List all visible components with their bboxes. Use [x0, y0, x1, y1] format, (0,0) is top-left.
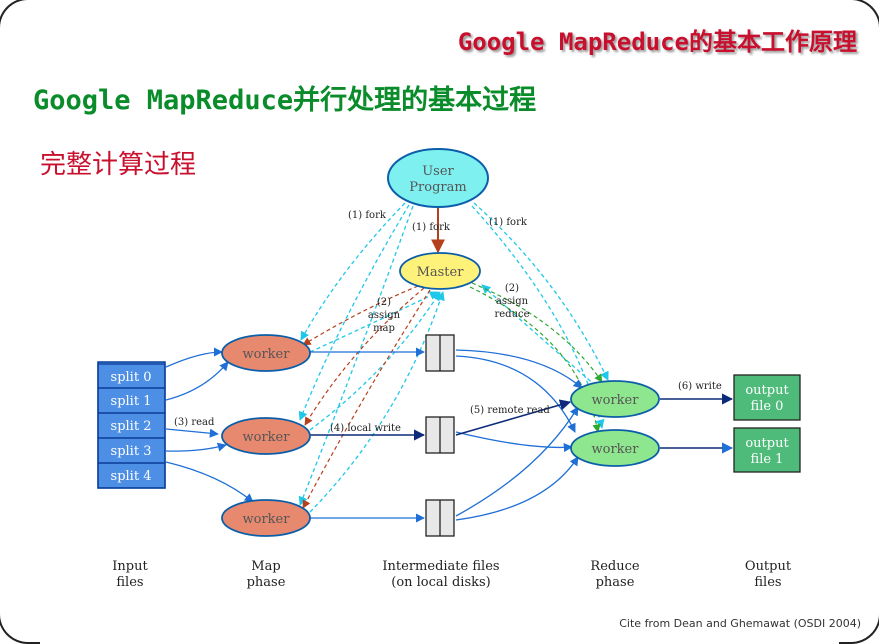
- local-write-label: (4) local write: [330, 423, 401, 434]
- remote-read-label: (5) remote read: [470, 405, 550, 416]
- read-arrow-split4: [165, 461, 254, 503]
- assign-reduce-label-line3: reduce: [494, 309, 529, 320]
- map-worker-1: worker: [221, 334, 311, 372]
- input-files-label-line1: Input: [112, 559, 148, 574]
- assign-map-arrows: [302, 285, 431, 509]
- intermediate3-to-reduce1: [455, 406, 579, 517]
- intermediate-file-3: [425, 499, 455, 537]
- intermediate-file-1: [425, 334, 455, 372]
- assign-map-label-line2: assign: [368, 310, 401, 321]
- output-file-1-line1: output: [745, 436, 789, 451]
- map-worker-3-label: worker: [243, 512, 291, 527]
- intermediate1-to-reduce1: [455, 349, 583, 389]
- read-arrow-split0: [165, 347, 223, 368]
- fork-label-center: (1) fork: [412, 222, 451, 233]
- read-label: (3) read: [174, 417, 215, 428]
- master-label: Master: [417, 265, 465, 280]
- split-2-label: split 2: [111, 419, 152, 434]
- assign-map-arrow-3: [302, 289, 431, 509]
- assign-map-label-line3: map: [373, 323, 395, 334]
- assign-map-label-line1: (2): [377, 297, 391, 308]
- fork-arrow-to-map-worker-3: [298, 205, 414, 506]
- reduce-worker-2: worker: [570, 429, 660, 467]
- output-files-label-line1: Output: [745, 559, 792, 574]
- fork-label-left: (1) fork: [348, 210, 387, 221]
- reduce-phase-label-line1: Reduce: [590, 559, 639, 574]
- output-files-label-line2: files: [754, 575, 781, 590]
- user-program-line1: User: [422, 164, 454, 179]
- map-worker-3: worker: [221, 499, 311, 537]
- read-arrow-split1: [165, 361, 229, 401]
- reduce-worker-2-label: worker: [592, 442, 640, 457]
- output-file-0-line1: output: [745, 383, 789, 398]
- intermediate-files-label-line2: (on local disks): [391, 575, 490, 590]
- output-file-1: output file 1: [733, 427, 801, 473]
- output-file-0: output file 0: [733, 374, 801, 421]
- map-worker-1-label: worker: [243, 347, 291, 362]
- assign-reduce-label-line2: assign: [496, 296, 529, 307]
- assign-reduce-label-line1: (2): [505, 283, 519, 294]
- split-4-label: split 4: [111, 469, 152, 484]
- intermediate-file-2: [425, 416, 455, 454]
- map-phase-label-line2: phase: [247, 575, 286, 590]
- split-0-label: split 0: [111, 370, 152, 385]
- intermediate3-to-reduce2: [455, 456, 579, 521]
- assign-map-arrow-1: [302, 285, 419, 346]
- split-3-label: split 3: [111, 444, 152, 459]
- output-file-1-line2: file 1: [751, 452, 784, 467]
- fork-return-arrow-1: [309, 291, 439, 353]
- user-program-line2: Program: [409, 180, 466, 195]
- map-phase-label-line1: Map: [251, 559, 280, 574]
- mapreduce-diagram: User Program Master split 0 split 1 spli…: [97, 148, 801, 590]
- map-worker-2: worker: [221, 417, 311, 455]
- read-arrow-split3: [165, 442, 227, 452]
- citation-text: Cite from Dean and Ghemawat (OSDI 2004): [619, 617, 861, 630]
- intermediate-files-label-line1: Intermediate files: [382, 559, 499, 574]
- read-arrow-split2: [165, 428, 219, 438]
- master-node: Master: [399, 252, 481, 290]
- write-label: (6) write: [678, 381, 722, 392]
- output-file-0-line2: file 0: [751, 399, 784, 414]
- user-program-node: User Program: [387, 148, 489, 208]
- split-1-label: split 1: [111, 394, 152, 409]
- reduce-phase-label-line2: phase: [596, 575, 635, 590]
- reduce-worker-1-label: worker: [592, 393, 640, 408]
- input-files-label-line2: files: [116, 575, 143, 590]
- input-splits: split 0 split 1 split 2 split 3 split 4: [97, 361, 166, 489]
- intermediate1-to-reduce2: [455, 355, 576, 433]
- phase-labels: Input files Map phase Intermediate files…: [112, 559, 792, 590]
- fork-label-right: (1) fork: [489, 217, 528, 228]
- assign-map-arrow-2: [304, 287, 425, 426]
- reduce-worker-1: worker: [570, 380, 660, 418]
- map-worker-2-label: worker: [243, 430, 291, 445]
